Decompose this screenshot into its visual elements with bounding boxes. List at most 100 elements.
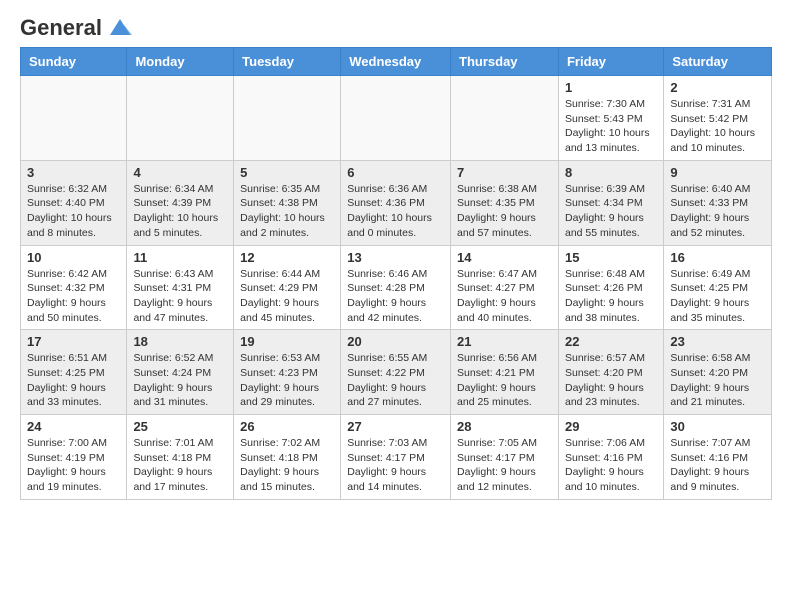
calendar-cell: 5Sunrise: 6:35 AM Sunset: 4:38 PM Daylig… bbox=[234, 160, 341, 245]
page: General SundayMondayTuesdayWednesdayThur… bbox=[0, 0, 792, 515]
day-number: 23 bbox=[670, 334, 765, 349]
day-number: 4 bbox=[133, 165, 227, 180]
calendar-cell: 6 Sunrise: 6:36 AM Sunset: 4:36 PM Daylig… bbox=[341, 160, 451, 245]
calendar-cell: 8Sunrise: 6:39 AM Sunset: 4:34 PM Daylig… bbox=[558, 160, 663, 245]
week-row-2: 10 Sunrise: 6:42 AM Sunset: 4:32 PM Dayli… bbox=[21, 245, 772, 330]
day-info: Sunrise: 6:51 AM Sunset: 4:25 PM Dayligh… bbox=[27, 351, 120, 410]
calendar-cell bbox=[234, 76, 341, 161]
day-info: Sunrise: 6:48 AM Sunset: 4:26 PM Dayligh… bbox=[565, 267, 657, 326]
day-info: Sunrise: 6:49 AM Sunset: 4:25 PM Dayligh… bbox=[670, 267, 765, 326]
day-number: 9 bbox=[670, 165, 765, 180]
weekday-header-tuesday: Tuesday bbox=[234, 48, 341, 76]
week-row-3: 17Sunrise: 6:51 AM Sunset: 4:25 PM Dayli… bbox=[21, 330, 772, 415]
calendar-cell: 29Sunrise: 7:06 AM Sunset: 4:16 PM Dayli… bbox=[558, 415, 663, 500]
calendar-cell: 2 Sunrise: 7:31 AM Sunset: 5:42 PM Daylig… bbox=[664, 76, 772, 161]
day-info: Sunrise: 6:40 AM Sunset: 4:33 PM Dayligh… bbox=[670, 182, 765, 241]
day-info: Sunrise: 6:32 AM Sunset: 4:40 PM Dayligh… bbox=[27, 182, 120, 241]
day-info: Sunrise: 6:55 AM Sunset: 4:22 PM Dayligh… bbox=[347, 351, 444, 410]
calendar-cell: 22 Sunrise: 6:57 AM Sunset: 4:20 PM Dayli… bbox=[558, 330, 663, 415]
day-info: Sunrise: 7:31 AM Sunset: 5:42 PM Dayligh… bbox=[670, 97, 765, 156]
day-info: Sunrise: 6:57 AM Sunset: 4:20 PM Dayligh… bbox=[565, 351, 657, 410]
weekday-header-thursday: Thursday bbox=[451, 48, 559, 76]
day-number: 21 bbox=[457, 334, 552, 349]
day-number: 6 bbox=[347, 165, 444, 180]
day-number: 28 bbox=[457, 419, 552, 434]
day-info: Sunrise: 6:58 AM Sunset: 4:20 PM Dayligh… bbox=[670, 351, 765, 410]
day-info: Sunrise: 6:44 AM Sunset: 4:29 PM Dayligh… bbox=[240, 267, 334, 326]
day-number: 19 bbox=[240, 334, 334, 349]
calendar-cell: 15 Sunrise: 6:48 AM Sunset: 4:26 PM Dayli… bbox=[558, 245, 663, 330]
calendar-cell bbox=[21, 76, 127, 161]
day-number: 15 bbox=[565, 250, 657, 265]
calendar-cell: 12Sunrise: 6:44 AM Sunset: 4:29 PM Dayli… bbox=[234, 245, 341, 330]
day-info: Sunrise: 6:34 AM Sunset: 4:39 PM Dayligh… bbox=[133, 182, 227, 241]
day-info: Sunrise: 6:46 AM Sunset: 4:28 PM Dayligh… bbox=[347, 267, 444, 326]
day-number: 30 bbox=[670, 419, 765, 434]
day-info: Sunrise: 7:01 AM Sunset: 4:18 PM Dayligh… bbox=[133, 436, 227, 495]
weekday-header-sunday: Sunday bbox=[21, 48, 127, 76]
calendar-cell: 23 Sunrise: 6:58 AM Sunset: 4:20 PM Dayli… bbox=[664, 330, 772, 415]
week-row-1: 3 Sunrise: 6:32 AM Sunset: 4:40 PM Daylig… bbox=[21, 160, 772, 245]
calendar-cell: 28 Sunrise: 7:05 AM Sunset: 4:17 PM Dayli… bbox=[451, 415, 559, 500]
calendar-cell: 13 Sunrise: 6:46 AM Sunset: 4:28 PM Dayli… bbox=[341, 245, 451, 330]
calendar-cell: 25 Sunrise: 7:01 AM Sunset: 4:18 PM Dayli… bbox=[127, 415, 234, 500]
calendar-cell: 14Sunrise: 6:47 AM Sunset: 4:27 PM Dayli… bbox=[451, 245, 559, 330]
calendar-cell: 1 Sunrise: 7:30 AM Sunset: 5:43 PM Daylig… bbox=[558, 76, 663, 161]
day-info: Sunrise: 7:05 AM Sunset: 4:17 PM Dayligh… bbox=[457, 436, 552, 495]
day-number: 16 bbox=[670, 250, 765, 265]
calendar-cell: 4 Sunrise: 6:34 AM Sunset: 4:39 PM Daylig… bbox=[127, 160, 234, 245]
calendar-cell: 21 Sunrise: 6:56 AM Sunset: 4:21 PM Dayli… bbox=[451, 330, 559, 415]
calendar: SundayMondayTuesdayWednesdayThursdayFrid… bbox=[20, 47, 772, 500]
day-number: 22 bbox=[565, 334, 657, 349]
day-number: 1 bbox=[565, 80, 657, 95]
calendar-cell: 18 Sunrise: 6:52 AM Sunset: 4:24 PM Dayli… bbox=[127, 330, 234, 415]
calendar-cell: 16 Sunrise: 6:49 AM Sunset: 4:25 PM Dayli… bbox=[664, 245, 772, 330]
weekday-header-saturday: Saturday bbox=[664, 48, 772, 76]
calendar-cell: 24 Sunrise: 7:00 AM Sunset: 4:19 PM Dayli… bbox=[21, 415, 127, 500]
calendar-cell: 19 Sunrise: 6:53 AM Sunset: 4:23 PM Dayli… bbox=[234, 330, 341, 415]
calendar-cell bbox=[451, 76, 559, 161]
day-info: Sunrise: 7:30 AM Sunset: 5:43 PM Dayligh… bbox=[565, 97, 657, 156]
day-info: Sunrise: 7:00 AM Sunset: 4:19 PM Dayligh… bbox=[27, 436, 120, 495]
week-row-0: 1 Sunrise: 7:30 AM Sunset: 5:43 PM Daylig… bbox=[21, 76, 772, 161]
day-info: Sunrise: 6:38 AM Sunset: 4:35 PM Dayligh… bbox=[457, 182, 552, 241]
calendar-cell: 11Sunrise: 6:43 AM Sunset: 4:31 PM Dayli… bbox=[127, 245, 234, 330]
weekday-header-wednesday: Wednesday bbox=[341, 48, 451, 76]
day-number: 24 bbox=[27, 419, 120, 434]
day-info: Sunrise: 6:56 AM Sunset: 4:21 PM Dayligh… bbox=[457, 351, 552, 410]
logo-icon bbox=[106, 17, 134, 39]
day-info: Sunrise: 7:06 AM Sunset: 4:16 PM Dayligh… bbox=[565, 436, 657, 495]
day-info: Sunrise: 6:35 AM Sunset: 4:38 PM Dayligh… bbox=[240, 182, 334, 241]
calendar-cell: 30Sunrise: 7:07 AM Sunset: 4:16 PM Dayli… bbox=[664, 415, 772, 500]
day-info: Sunrise: 6:47 AM Sunset: 4:27 PM Dayligh… bbox=[457, 267, 552, 326]
day-info: Sunrise: 6:42 AM Sunset: 4:32 PM Dayligh… bbox=[27, 267, 120, 326]
day-number: 20 bbox=[347, 334, 444, 349]
calendar-cell: 3 Sunrise: 6:32 AM Sunset: 4:40 PM Daylig… bbox=[21, 160, 127, 245]
week-row-4: 24 Sunrise: 7:00 AM Sunset: 4:19 PM Dayli… bbox=[21, 415, 772, 500]
day-info: Sunrise: 7:02 AM Sunset: 4:18 PM Dayligh… bbox=[240, 436, 334, 495]
logo-general: General bbox=[20, 15, 102, 41]
weekday-header-friday: Friday bbox=[558, 48, 663, 76]
calendar-cell: 20 Sunrise: 6:55 AM Sunset: 4:22 PM Dayli… bbox=[341, 330, 451, 415]
day-info: Sunrise: 6:43 AM Sunset: 4:31 PM Dayligh… bbox=[133, 267, 227, 326]
day-number: 7 bbox=[457, 165, 552, 180]
day-info: Sunrise: 6:52 AM Sunset: 4:24 PM Dayligh… bbox=[133, 351, 227, 410]
day-info: Sunrise: 6:53 AM Sunset: 4:23 PM Dayligh… bbox=[240, 351, 334, 410]
day-info: Sunrise: 6:36 AM Sunset: 4:36 PM Dayligh… bbox=[347, 182, 444, 241]
header-area: General bbox=[20, 15, 772, 37]
calendar-cell: 9 Sunrise: 6:40 AM Sunset: 4:33 PM Daylig… bbox=[664, 160, 772, 245]
calendar-cell bbox=[341, 76, 451, 161]
day-number: 8 bbox=[565, 165, 657, 180]
calendar-cell: 26Sunrise: 7:02 AM Sunset: 4:18 PM Dayli… bbox=[234, 415, 341, 500]
weekday-header-monday: Monday bbox=[127, 48, 234, 76]
day-info: Sunrise: 7:03 AM Sunset: 4:17 PM Dayligh… bbox=[347, 436, 444, 495]
calendar-cell: 27Sunrise: 7:03 AM Sunset: 4:17 PM Dayli… bbox=[341, 415, 451, 500]
calendar-cell: 7 Sunrise: 6:38 AM Sunset: 4:35 PM Daylig… bbox=[451, 160, 559, 245]
day-number: 10 bbox=[27, 250, 120, 265]
day-number: 13 bbox=[347, 250, 444, 265]
day-number: 3 bbox=[27, 165, 120, 180]
day-number: 25 bbox=[133, 419, 227, 434]
day-number: 18 bbox=[133, 334, 227, 349]
weekday-header-row: SundayMondayTuesdayWednesdayThursdayFrid… bbox=[21, 48, 772, 76]
day-number: 2 bbox=[670, 80, 765, 95]
